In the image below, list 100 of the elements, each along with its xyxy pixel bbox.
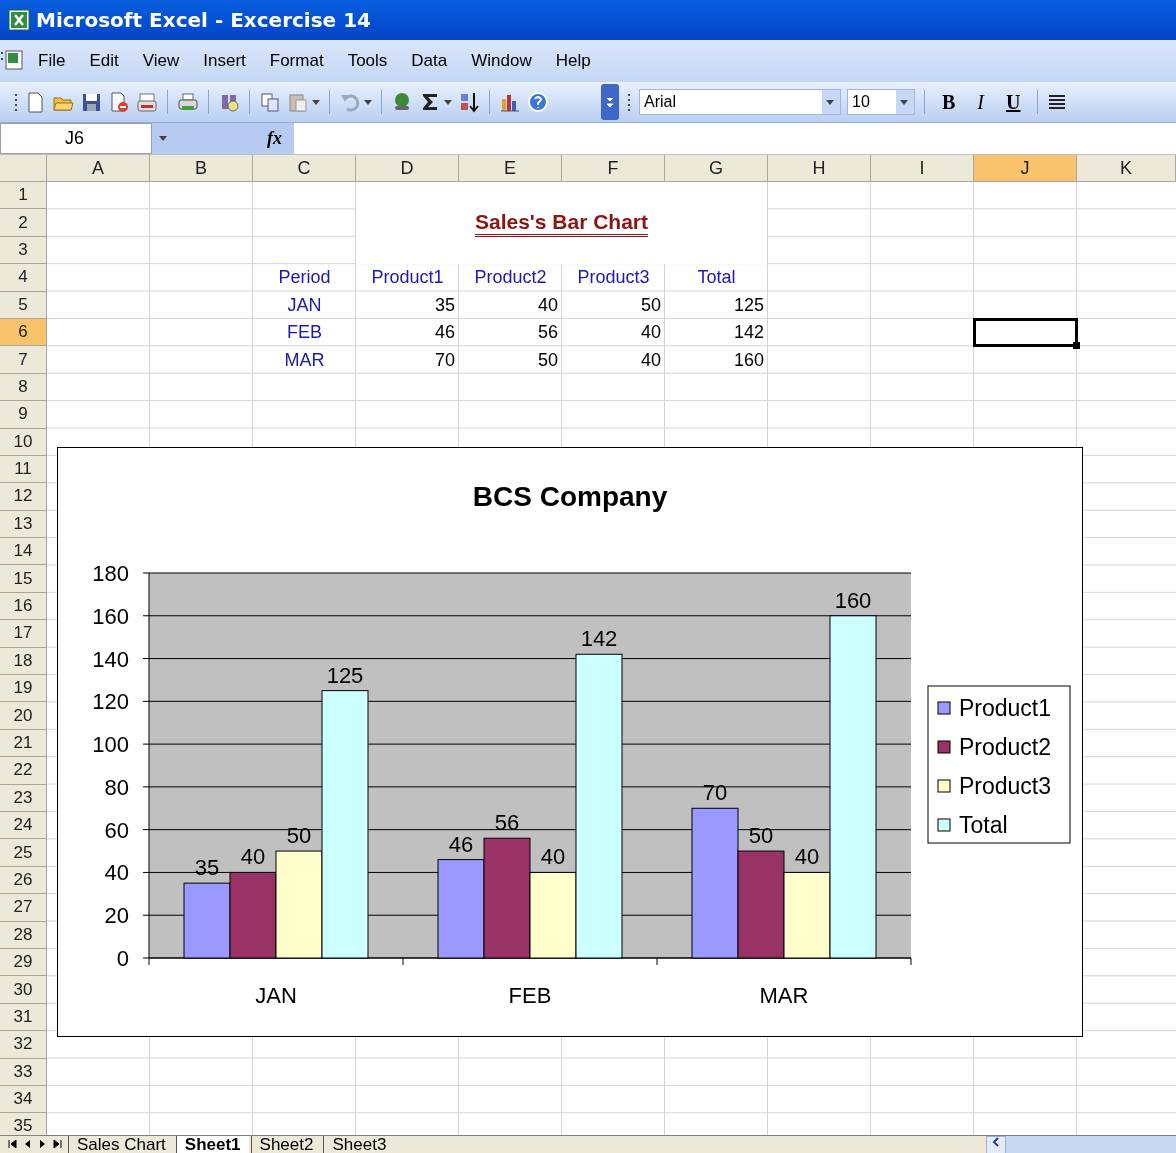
font-name-field[interactable]: Arial <box>639 89 841 115</box>
horizontal-scrollbar[interactable] <box>986 1136 1176 1153</box>
scroll-left-icon[interactable] <box>992 1137 1000 1147</box>
column-header[interactable]: D <box>356 155 459 182</box>
column-header[interactable]: I <box>871 155 974 182</box>
menu-item[interactable]: Insert <box>191 51 258 71</box>
column-header[interactable]: B <box>150 155 253 182</box>
row-header[interactable]: 34 <box>0 1085 47 1114</box>
row-header[interactable]: 29 <box>0 948 47 977</box>
column-header[interactable]: C <box>253 155 356 182</box>
row-header[interactable]: 1 <box>0 182 47 210</box>
row-header[interactable]: 3 <box>0 236 47 265</box>
print-icon[interactable] <box>177 91 199 113</box>
row-header[interactable]: 13 <box>0 510 47 539</box>
caret-icon[interactable] <box>899 99 908 105</box>
row-header[interactable]: 6 <box>0 318 47 347</box>
insert-function-button[interactable]: fx <box>267 128 282 149</box>
caret-icon[interactable] <box>825 99 834 105</box>
column-header[interactable]: K <box>1077 155 1176 182</box>
axis-label: 0 <box>116 946 129 971</box>
name-box[interactable]: J6 <box>0 123 152 154</box>
spreadsheet-icon[interactable] <box>8 9 30 31</box>
row-header[interactable]: 20 <box>0 702 47 730</box>
data-label: 40 <box>240 844 266 870</box>
table-cell-text: 35 <box>433 293 456 317</box>
help-icon[interactable] <box>527 91 549 113</box>
menu-item[interactable]: Data <box>399 51 460 71</box>
menu-item[interactable]: Edit <box>77 51 131 71</box>
chart-title: BCS Company <box>472 481 668 512</box>
row-header[interactable]: 12 <box>0 483 47 511</box>
first-sheet-icon[interactable] <box>8 1139 17 1149</box>
column-header[interactable]: J <box>974 155 1077 182</box>
row-header[interactable]: 16 <box>0 592 47 621</box>
row-header[interactable]: 26 <box>0 866 47 895</box>
row-header[interactable]: 18 <box>0 647 47 676</box>
row-header[interactable]: 19 <box>0 675 47 703</box>
axis-label: 100 <box>92 732 129 758</box>
row-header[interactable]: 21 <box>0 729 47 758</box>
workbook-icon[interactable] <box>0 49 26 73</box>
copy-icon[interactable] <box>259 91 281 113</box>
caret-icon[interactable] <box>312 99 320 105</box>
row-header[interactable]: 33 <box>0 1058 47 1086</box>
menu-item[interactable]: File <box>26 51 78 71</box>
row-header[interactable]: 15 <box>0 565 47 593</box>
row-header[interactable]: 23 <box>0 784 47 812</box>
menu-item[interactable]: Help <box>543 51 603 71</box>
font-size-field[interactable]: 10 <box>847 89 915 115</box>
toolbar-grip-icon[interactable] <box>625 91 633 113</box>
axis-label: 180 <box>92 561 129 586</box>
row-header[interactable]: 7 <box>0 346 47 374</box>
active-cell[interactable] <box>973 317 1078 348</box>
caret-icon[interactable] <box>364 99 372 105</box>
row-header[interactable]: 27 <box>0 894 47 922</box>
table-cell-text: 46 <box>433 321 456 345</box>
row-header[interactable]: 32 <box>0 1031 47 1059</box>
row-header[interactable]: 2 <box>0 209 47 237</box>
caret-icon[interactable] <box>159 136 167 141</box>
next-sheet-icon[interactable] <box>38 1139 47 1149</box>
chevron-icon[interactable] <box>605 96 615 108</box>
row-header[interactable]: 28 <box>0 921 47 949</box>
column-header[interactable]: A <box>47 155 150 182</box>
row-header[interactable]: 8 <box>0 373 47 402</box>
menu-item[interactable]: Format <box>257 51 336 71</box>
row-header[interactable]: 5 <box>0 291 47 319</box>
sheet-title: Sales's Bar Chart <box>474 209 649 237</box>
menu-item[interactable]: Tools <box>335 51 400 71</box>
row-header[interactable]: 4 <box>0 264 47 292</box>
row-header[interactable]: 24 <box>0 812 47 840</box>
row-header[interactable]: 35 <box>0 1113 47 1135</box>
last-sheet-icon[interactable] <box>53 1139 62 1149</box>
underline-button[interactable]: U <box>998 90 1029 114</box>
legend-label: Total <box>959 812 1008 838</box>
row-header[interactable]: 30 <box>0 976 47 1004</box>
toolbar-options-button[interactable] <box>601 84 619 120</box>
column-header[interactable]: G <box>665 155 768 182</box>
column-header[interactable]: E <box>459 155 562 182</box>
table-cell-text: 125 <box>732 293 765 317</box>
row-header[interactable]: 9 <box>0 401 47 429</box>
column-header[interactable]: H <box>768 155 871 182</box>
row-header[interactable]: 11 <box>0 455 47 484</box>
column-header[interactable]: F <box>562 155 665 182</box>
row-header[interactable]: 22 <box>0 757 47 785</box>
sort-icon[interactable] <box>458 91 480 113</box>
save-icon[interactable] <box>80 91 102 113</box>
table-cell-text: 56 <box>536 321 559 345</box>
column-heading: Product3 <box>576 266 651 290</box>
row-header[interactable]: 17 <box>0 620 47 648</box>
table-cell-text: 70 <box>433 348 456 372</box>
menu-item[interactable]: View <box>130 51 192 71</box>
caret-icon[interactable] <box>444 99 452 105</box>
axis-label: 20 <box>104 903 129 929</box>
row-header[interactable]: 25 <box>0 839 47 867</box>
italic-button[interactable]: I <box>969 90 992 114</box>
row-header[interactable]: 14 <box>0 538 47 566</box>
previous-sheet-icon[interactable] <box>23 1139 32 1149</box>
row-header[interactable]: 10 <box>0 428 47 456</box>
row-header[interactable]: 31 <box>0 1003 47 1032</box>
menu-item[interactable]: Window <box>459 51 544 71</box>
bold-button[interactable]: B <box>934 90 964 114</box>
sheet-tab[interactable]: Sheet1 <box>175 1136 249 1153</box>
